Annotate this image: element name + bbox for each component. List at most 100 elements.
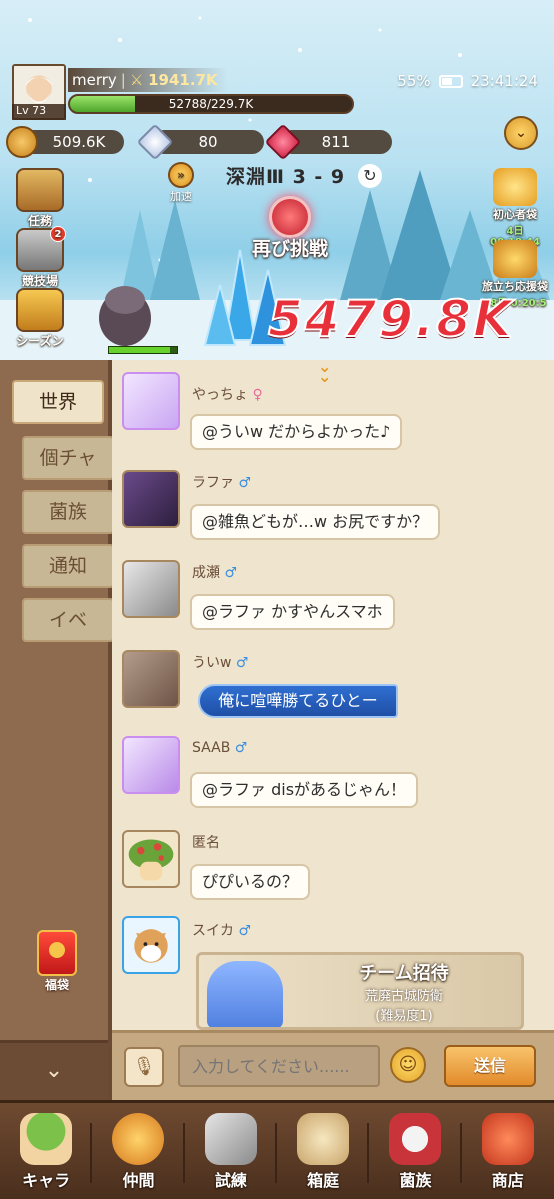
crossed-swords-icon: [204, 1113, 257, 1165]
enemy-hp-bar: [108, 346, 178, 354]
chat-input[interactable]: [178, 1045, 380, 1087]
battery-icon: [438, 74, 463, 88]
divider: |: [120, 71, 126, 89]
female-icon: ♀: [252, 387, 263, 403]
coin-icon: [6, 126, 38, 158]
exp-bar: 52788/229.7K: [68, 94, 354, 114]
clock: 23:41:24: [470, 72, 538, 90]
nav-character-label: キャラ: [22, 1171, 71, 1190]
avatar[interactable]: [122, 916, 180, 974]
chat-message-list[interactable]: ⌄ ⌄ やっちょ ♀ @ういw だからよかった♪ ラファ ♂ @雑魚どもが…w お…: [112, 360, 554, 1030]
devil-skull-icon: [269, 196, 311, 238]
male-icon: ♂: [238, 923, 252, 939]
retry-challenge-button[interactable]: 再び挑戦: [242, 196, 338, 261]
message-bubble: @雑魚どもが…w お尻ですか？: [190, 504, 441, 540]
shiba-dog-icon: [134, 929, 168, 963]
tab-notice[interactable]: 通知: [22, 544, 114, 588]
retry-challenge-label: 再び挑戦: [251, 238, 328, 260]
beginner-pack-label: 初心者袋: [493, 208, 537, 221]
arena-swords-icon: 2: [16, 226, 66, 272]
chat-input-bar: 🎙 ☺ 送信: [112, 1030, 554, 1100]
lucky-bag-button[interactable]: 福袋: [32, 930, 82, 993]
tab-guild[interactable]: 菌族: [22, 490, 114, 534]
avatar[interactable]: [122, 830, 180, 888]
garden-house-icon: [297, 1113, 350, 1165]
mushroom-icon: [20, 1113, 73, 1165]
beginner-pack-icon: [493, 168, 537, 206]
tab-world[interactable]: 世界: [12, 380, 104, 424]
male-icon: ♂: [224, 565, 238, 581]
side-menu-season[interactable]: シーズン: [14, 288, 66, 349]
season-chest-icon: [16, 288, 64, 332]
player-level: Lv 73: [12, 104, 66, 120]
chat-tab-column: 世界 個チャ 菌族 通知 イベ 福袋 ⌄: [0, 360, 114, 1100]
send-button[interactable]: 送信: [444, 1045, 536, 1087]
refresh-icon[interactable]: ↻: [358, 164, 382, 188]
speed-up-button[interactable]: » 加速: [162, 162, 200, 204]
treasure-chest-icon: [493, 240, 537, 278]
avatar[interactable]: [122, 372, 180, 430]
nav-garden-label: 箱庭: [307, 1171, 340, 1190]
team-invite-place: 荒廃古城防衛: [364, 989, 443, 1004]
nav-companions[interactable]: 仲間: [92, 1103, 185, 1199]
avatar[interactable]: [122, 560, 180, 618]
ruby-value: 811: [321, 133, 351, 151]
nav-guild[interactable]: 菌族: [369, 1103, 462, 1199]
avatar[interactable]: [122, 736, 180, 794]
beginner-pack[interactable]: 初心者袋 4日 00:18:44: [480, 168, 550, 248]
arena-notification-badge: 2: [50, 226, 66, 242]
tab-event[interactable]: イベ: [22, 598, 114, 642]
player-name: merry: [72, 71, 117, 89]
damage-number: 5479.8K: [267, 289, 514, 349]
nav-character[interactable]: キャラ: [0, 1103, 93, 1199]
nav-shop[interactable]: 商店: [462, 1103, 554, 1199]
sender-name: 匿名: [192, 835, 220, 851]
avatar[interactable]: [122, 470, 180, 528]
male-icon: ♂: [234, 740, 248, 756]
message-bubble: @ラファ disがあるじゃん！: [190, 772, 419, 808]
team-invite-card[interactable]: チーム招待 荒廃古城防衛 (難易度1): [196, 952, 524, 1030]
currency-diamond[interactable]: 80: [136, 123, 264, 161]
chat-panel: 世界 個チャ 菌族 通知 イベ 福袋 ⌄ ⌄ ⌄ やっちょ ♀ @ういw だからよ…: [0, 360, 554, 1100]
player-name-bar: merry | ⚔ 1941.7K: [68, 68, 228, 92]
battery-percent: 55%: [397, 72, 431, 90]
nav-companions-label: 仲間: [122, 1171, 155, 1190]
message-bubble: @ラファ かすやんスマホ: [190, 594, 395, 630]
quest-board-icon: [16, 168, 64, 212]
collapse-chat-chevron-icon[interactable]: ⌄: [0, 1040, 108, 1100]
skull-banner-icon: [389, 1113, 442, 1165]
nav-shop-label: 商店: [491, 1171, 524, 1190]
male-icon: ♂: [238, 475, 252, 491]
male-icon: ♂: [235, 655, 249, 671]
currency-ruby[interactable]: 811: [264, 123, 392, 161]
message-bubble: ぴぴいるの？: [190, 864, 311, 900]
side-menu-arena[interactable]: 2 競技場: [14, 226, 66, 289]
sender-name: やっちょ ♀: [192, 387, 263, 403]
sender-name: ラファ ♂: [192, 475, 252, 491]
emoji-icon[interactable]: ☺: [390, 1047, 426, 1083]
shop-icon: [481, 1113, 534, 1165]
rocket-message-bubble: 俺に喧嘩勝てるひとー: [198, 684, 398, 718]
diamond-value: 80: [198, 133, 218, 151]
speed-up-label: 加速: [170, 190, 192, 203]
stage-name: 深淵Ⅲ 3 - 9: [226, 166, 346, 188]
red-envelope-icon: [37, 930, 77, 976]
side-menu-quest[interactable]: 任務: [14, 168, 66, 229]
nav-trials[interactable]: 試練: [185, 1103, 277, 1199]
device-status: 55% 23:41:24: [397, 72, 538, 90]
bottom-navigation: キャラ 仲間 試練 箱庭 菌族 商店: [0, 1100, 554, 1199]
avatar[interactable]: [122, 650, 180, 708]
team-invite-difficulty: (難易度1): [375, 1009, 433, 1024]
player-power: 1941.7K: [148, 71, 218, 89]
tab-private[interactable]: 個チャ: [22, 436, 114, 480]
voice-input-icon[interactable]: 🎙: [124, 1047, 164, 1087]
team-invite-title: チーム招待: [359, 963, 449, 984]
nav-garden[interactable]: 箱庭: [277, 1103, 370, 1199]
fast-forward-icon: »: [168, 162, 194, 188]
expand-menu-chevron-icon[interactable]: ⌄: [504, 116, 538, 150]
paw-icon: [112, 1113, 165, 1165]
blue-monster-icon: [207, 961, 283, 1027]
currency-coin[interactable]: 509.6K: [6, 126, 124, 158]
double-chevron-down-icon[interactable]: ⌄ ⌄: [318, 360, 331, 385]
sword-power-icon: ⚔: [129, 71, 144, 89]
